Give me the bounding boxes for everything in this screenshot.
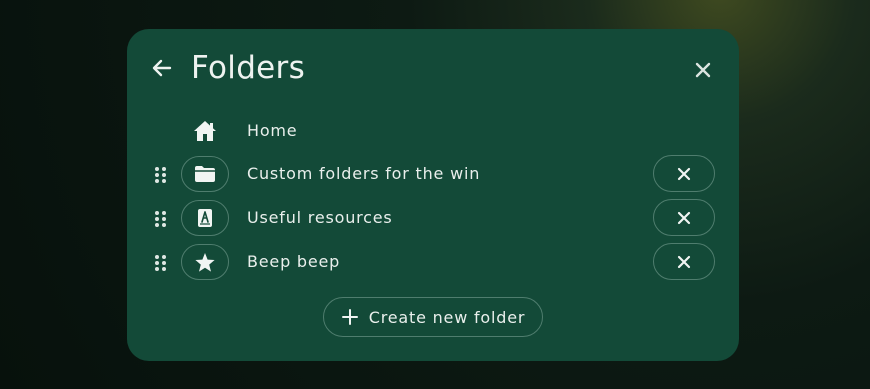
close-icon — [695, 62, 711, 78]
folder-icon-container — [181, 113, 229, 149]
home-icon — [194, 121, 216, 141]
remove-folder-button[interactable] — [653, 155, 715, 192]
folder-icon-button[interactable] — [181, 156, 229, 192]
notebook-icon — [198, 209, 212, 227]
folder-row[interactable]: Custom folders for the win — [127, 155, 739, 195]
folder-row[interactable]: Useful resources — [127, 199, 739, 239]
dialog-title: Folders — [191, 50, 306, 86]
close-icon — [677, 211, 691, 224]
folder-label: Custom folders for the win — [247, 164, 481, 183]
plus-icon — [341, 309, 358, 325]
back-button[interactable] — [149, 55, 175, 81]
folder-label: Beep beep — [247, 252, 341, 271]
close-icon — [677, 255, 691, 268]
drag-handle-icon[interactable] — [154, 210, 168, 228]
folder-icon-button[interactable] — [181, 200, 229, 236]
folder-label: Home — [247, 121, 298, 140]
arrow-left-icon — [152, 59, 172, 77]
folder-row[interactable]: Beep beep — [127, 243, 739, 283]
close-icon — [677, 167, 691, 180]
remove-folder-button[interactable] — [653, 243, 715, 280]
folder-label: Useful resources — [247, 208, 393, 227]
drag-handle-icon[interactable] — [154, 166, 168, 184]
drag-handle-icon[interactable] — [154, 254, 168, 272]
remove-folder-button[interactable] — [653, 199, 715, 236]
star-icon — [195, 252, 215, 272]
create-folder-button[interactable]: Create new folder — [323, 297, 543, 337]
create-folder-label: Create new folder — [368, 307, 526, 327]
folder-row-home[interactable]: Home — [127, 112, 739, 152]
close-button[interactable] — [692, 59, 714, 81]
folders-dialog: Folders Home Custom folders for the win … — [127, 29, 739, 361]
folder-icon-button[interactable] — [181, 244, 229, 280]
folder-icon — [195, 166, 215, 182]
